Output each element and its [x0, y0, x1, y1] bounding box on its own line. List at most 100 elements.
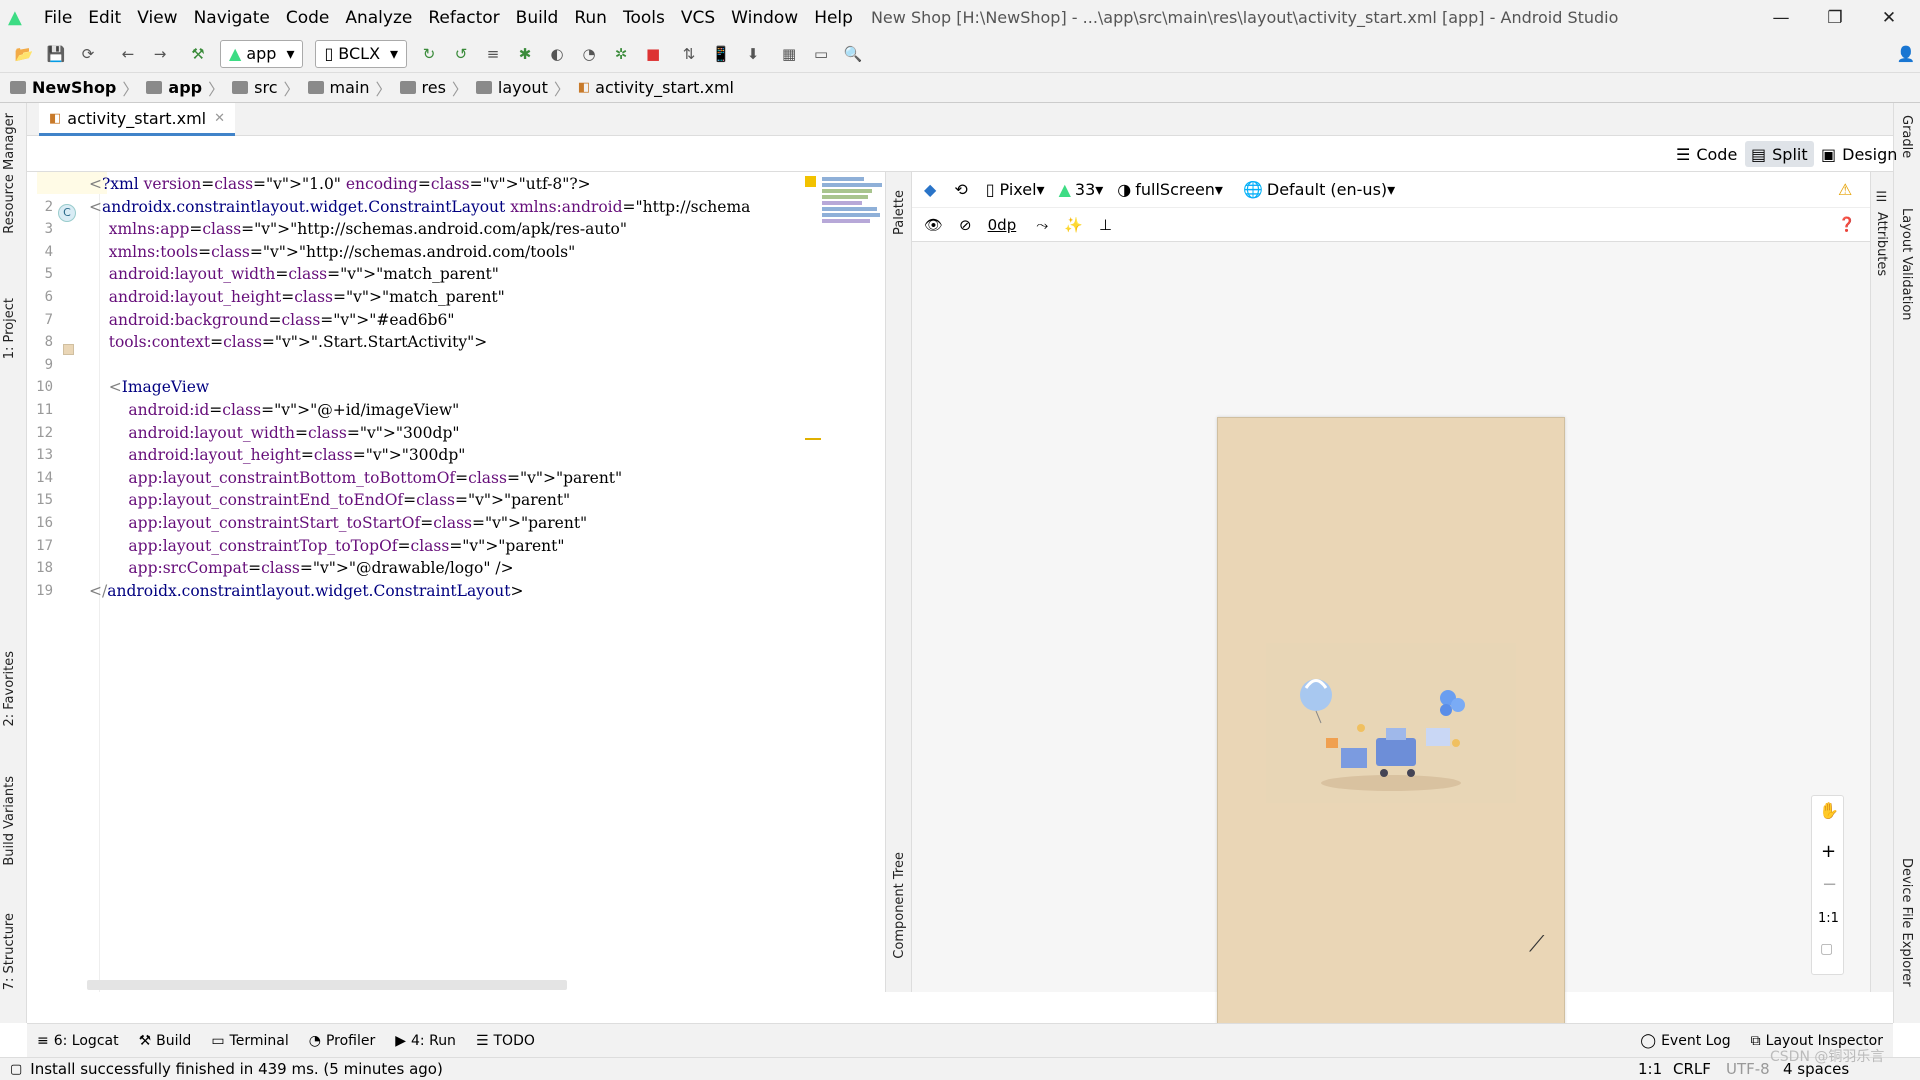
terminal-icon[interactable]: ▭ [809, 42, 833, 66]
sdk-manager-icon[interactable]: ⬇ [741, 42, 765, 66]
bottom-tab-terminal[interactable]: ▭ Terminal [211, 1033, 288, 1049]
restore-button[interactable]: ❐ [1812, 0, 1858, 35]
build-variants-tab[interactable]: Build Variants [2, 776, 17, 866]
device-file-explorer-tab[interactable]: Device File Explorer [1899, 858, 1914, 987]
code-editor[interactable]: 12345678910111213141516171819 C <?xml ve… [27, 172, 885, 992]
project-tab[interactable]: 1: Project [2, 298, 17, 359]
horizontal-scrollbar[interactable] [87, 980, 567, 990]
status-square-icon[interactable]: ▢ [10, 1062, 22, 1077]
resize-handle-icon[interactable]: ⟋ [1529, 932, 1544, 957]
menu-file[interactable]: File [44, 8, 72, 28]
layout-validation-tab[interactable]: Layout Validation [1899, 208, 1914, 321]
sync-icon[interactable]: ⟳ [76, 42, 100, 66]
breadcrumb-item[interactable]: layout [475, 78, 548, 97]
search-icon[interactable]: 🔍 [841, 42, 865, 66]
menu-vcs[interactable]: VCS [681, 8, 715, 28]
default-margin-field[interactable]: 0dp [988, 216, 1017, 234]
forward-icon[interactable]: → [148, 42, 172, 66]
zoom-out-icon[interactable]: − [1822, 874, 1837, 895]
split-mode-button[interactable]: ▤ Split [1745, 141, 1814, 167]
device-select[interactable]: ▯ BCLX ▾ [315, 39, 408, 68]
bottom-tab-build[interactable]: ⚒ Build [139, 1033, 192, 1049]
breadcrumb-item[interactable]: res [399, 78, 446, 97]
open-folder-icon[interactable]: 📂 [12, 42, 36, 66]
avd-manager-icon[interactable]: 📱 [709, 42, 733, 66]
code-mode-button[interactable]: ☰ Code [1670, 141, 1743, 167]
menu-view[interactable]: View [137, 8, 177, 28]
clear-constraints-icon[interactable]: ⤳ [1036, 216, 1048, 234]
menu-code[interactable]: Code [286, 8, 330, 28]
magnet-icon[interactable]: ⊘ [959, 216, 972, 234]
coverage-icon[interactable]: ◐ [545, 42, 569, 66]
file-encoding[interactable]: UTF-8 [1726, 1060, 1770, 1078]
breadcrumb-item[interactable]: ◧ activity_start.xml [578, 78, 734, 97]
bottom-tab-profiler[interactable]: ◔ Profiler [309, 1033, 376, 1049]
class-gutter-icon[interactable]: C [58, 204, 76, 222]
color-swatch-icon[interactable] [63, 344, 74, 355]
menu-navigate[interactable]: Navigate [194, 8, 270, 28]
breadcrumb-item[interactable]: main [307, 78, 369, 97]
debug-icon[interactable]: ✱ [513, 42, 537, 66]
resource-manager-tab[interactable]: Resource Manager [2, 113, 17, 234]
line-separator[interactable]: CRLF [1673, 1060, 1711, 1078]
zoom-in-icon[interactable]: + [1821, 841, 1836, 862]
settings-icon[interactable]: ☰ [1874, 190, 1889, 205]
orientation-icon[interactable]: ⟲ [954, 180, 967, 199]
structure-tab[interactable]: 7: Structure [2, 913, 17, 990]
component-tree-tab[interactable]: Component Tree [892, 852, 907, 959]
breadcrumb-item[interactable]: NewShop [10, 78, 116, 97]
apply-code-changes-icon[interactable]: ↺ [449, 42, 473, 66]
code-minimap[interactable] [822, 175, 885, 245]
stop-icon[interactable]: ■ [641, 42, 665, 66]
pan-icon[interactable]: ✋ [1819, 801, 1839, 820]
back-icon[interactable]: ← [116, 42, 140, 66]
menu-help[interactable]: Help [814, 8, 853, 28]
module-select[interactable]: ▲ app ▾ [220, 39, 304, 68]
close-button[interactable]: ✕ [1866, 0, 1912, 35]
zoom-fit-icon[interactable]: ▢ [1820, 941, 1833, 957]
zoom-one-to-one-button[interactable]: 1:1 [1818, 911, 1839, 926]
apply-changes-icon[interactable]: ↻ [417, 42, 441, 66]
gradle-sync-icon[interactable]: ⇅ [677, 42, 701, 66]
breadcrumb-item[interactable]: app [146, 78, 202, 97]
menu-analyze[interactable]: Analyze [345, 8, 412, 28]
status-message[interactable]: Install successfully finished in 439 ms.… [30, 1060, 443, 1078]
guidelines-icon[interactable]: ⊥ [1099, 216, 1112, 234]
bottom-tab-4run[interactable]: ▶ 4: Run [395, 1033, 456, 1049]
menu-edit[interactable]: Edit [88, 8, 121, 28]
breadcrumb-item[interactable]: src [232, 78, 277, 97]
close-tab-icon[interactable]: ✕ [214, 111, 225, 126]
design-mode-button[interactable]: ▣ Design [1815, 141, 1903, 167]
menu-refactor[interactable]: Refactor [428, 8, 499, 28]
help-icon[interactable]: ❓ [1838, 217, 1855, 233]
device-icon[interactable]: ▯ [986, 180, 995, 199]
eye-icon[interactable]: 👁 [924, 216, 943, 234]
run-list-icon[interactable]: ≡ [481, 42, 505, 66]
attributes-tab[interactable]: Attributes [1874, 212, 1889, 276]
bottom-tab-todo[interactable]: ☰ TODO [476, 1033, 535, 1049]
favorites-tab[interactable]: 2: Favorites [2, 651, 17, 727]
layout-preview[interactable] [1217, 417, 1565, 1029]
theme-select[interactable]: fullScreen [1135, 180, 1215, 199]
palette-tab[interactable]: Palette [892, 190, 907, 235]
api-select[interactable]: 33 [1075, 180, 1095, 199]
menu-build[interactable]: Build [516, 8, 559, 28]
layers-icon[interactable]: ◆ [924, 180, 936, 199]
bottom-tab-event-log[interactable]: ◯ Event Log [1640, 1033, 1730, 1049]
user-icon[interactable]: 👤 [1894, 42, 1918, 66]
save-icon[interactable]: 💾 [44, 42, 68, 66]
profile-icon[interactable]: ◔ [577, 42, 601, 66]
hammer-icon[interactable]: ⚒ [186, 42, 210, 66]
locale-select[interactable]: Default (en-us) [1267, 180, 1387, 199]
tab-activity-start[interactable]: ◧ activity_start.xml ✕ [39, 103, 236, 136]
project-structure-icon[interactable]: ▦ [777, 42, 801, 66]
warning-marker-icon[interactable] [805, 176, 816, 187]
menu-window[interactable]: Window [731, 8, 798, 28]
caret-position[interactable]: 1:1 [1638, 1060, 1662, 1078]
menu-tools[interactable]: Tools [623, 8, 665, 28]
warning-icon[interactable]: ⚠ [1838, 180, 1852, 199]
bottom-tab-6logcat[interactable]: ≡ 6: Logcat [37, 1033, 119, 1049]
logo-image[interactable] [1266, 643, 1516, 803]
infer-constraints-icon[interactable]: ✨ [1064, 216, 1083, 234]
menu-run[interactable]: Run [574, 8, 607, 28]
